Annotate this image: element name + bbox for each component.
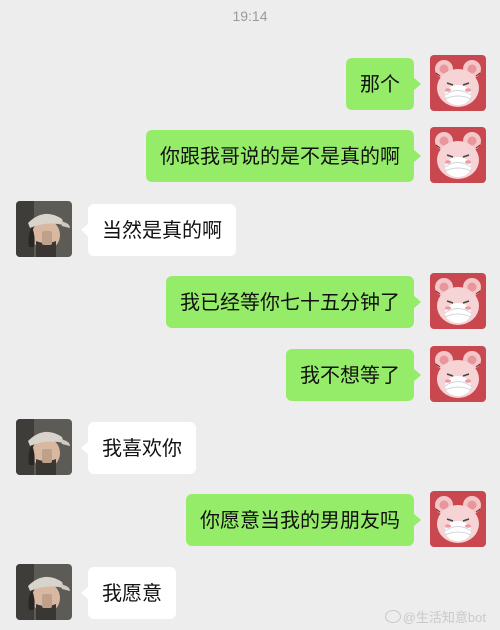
message-bubble-received[interactable]: 我愿意 — [81, 567, 176, 619]
message-row-received: 我喜欢你 — [0, 419, 500, 479]
message-row-sent: 你跟我哥说的是不是真的啊 — [0, 127, 500, 187]
boy-with-cap-avatar-icon[interactable] — [16, 564, 72, 620]
watermark: @生活知意bot — [384, 607, 486, 626]
message-bubble-sent[interactable]: 我不想等了 — [286, 349, 421, 401]
pink-bear-avatar-icon[interactable] — [430, 127, 486, 183]
message-row-sent: 你愿意当我的男朋友吗 — [0, 491, 500, 551]
message-bubble-received[interactable]: 当然是真的啊 — [81, 204, 236, 256]
boy-with-cap-avatar-icon[interactable] — [16, 201, 72, 257]
pink-bear-avatar-icon[interactable] — [430, 346, 486, 402]
pink-bear-avatar-icon[interactable] — [430, 491, 486, 547]
message-row-sent: 我已经等你七十五分钟了 — [0, 273, 500, 333]
message-row-received: 当然是真的啊 — [0, 201, 500, 261]
message-bubble-sent[interactable]: 你愿意当我的男朋友吗 — [186, 494, 421, 546]
watermark-text: @生活知意bot — [402, 610, 486, 625]
weibo-icon — [384, 610, 401, 623]
message-bubble-sent[interactable]: 那个 — [346, 58, 421, 110]
message-bubble-received[interactable]: 我喜欢你 — [81, 422, 196, 474]
message-bubble-sent[interactable]: 你跟我哥说的是不是真的啊 — [146, 130, 421, 182]
message-row-sent: 我不想等了 — [0, 346, 500, 406]
message-bubble-sent[interactable]: 我已经等你七十五分钟了 — [166, 276, 421, 328]
pink-bear-avatar-icon[interactable] — [430, 55, 486, 111]
pink-bear-avatar-icon[interactable] — [430, 273, 486, 329]
timestamp: 19:14 — [232, 8, 268, 24]
boy-with-cap-avatar-icon[interactable] — [16, 419, 72, 475]
message-row-sent: 那个 — [0, 55, 500, 115]
